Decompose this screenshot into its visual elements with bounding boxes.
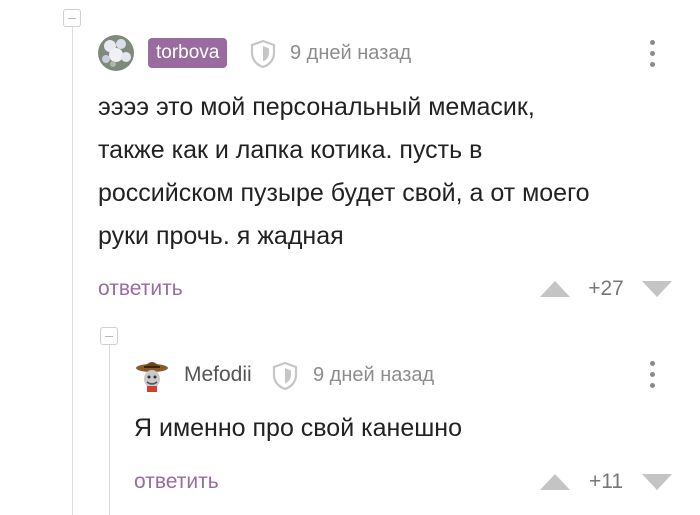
collapse-reply-thread-icon[interactable] <box>100 327 118 345</box>
kebab-menu-icon[interactable] <box>640 358 664 392</box>
comment-text-line: ээээ это мой персональный мемасик, <box>98 93 535 121</box>
avatar-cowboy-image <box>134 357 170 393</box>
upvote-arrow-icon[interactable] <box>538 472 572 492</box>
comment-text-line: также как и лапка котика. пусть в <box>98 136 483 164</box>
avatar[interactable] <box>98 35 134 71</box>
thread-line-level-1 <box>72 27 73 515</box>
shield-icon <box>250 39 276 69</box>
avatar[interactable] <box>134 357 170 393</box>
comment-text: ээээ это мой персональный мемасик, также… <box>98 86 590 258</box>
shield-icon <box>272 361 298 391</box>
username-badge[interactable]: torbova <box>148 38 228 68</box>
comment-text-line: руки прочь. я жадная <box>98 222 344 250</box>
rating-counter: +27 <box>588 277 624 300</box>
reply-button[interactable]: ответить <box>134 468 219 496</box>
avatar-flowers-image <box>98 35 134 71</box>
comment-timestamp: 9 дней назад <box>313 364 435 386</box>
downvote-arrow-icon[interactable] <box>640 472 674 492</box>
comment-timestamp: 9 дней назад <box>290 42 412 64</box>
thread-line-level-2 <box>109 345 110 515</box>
kebab-menu-icon[interactable] <box>640 37 664 71</box>
collapse-thread-icon[interactable] <box>63 9 81 27</box>
upvote-arrow-icon[interactable] <box>538 279 572 299</box>
downvote-arrow-icon[interactable] <box>640 279 674 299</box>
comment-text: Я именно про свой канешно <box>134 414 462 442</box>
comment-text-line: российском пузыре будет свой, а от моего <box>98 179 590 207</box>
username[interactable]: Mefodii <box>184 360 252 390</box>
rating-counter: +11 <box>588 470 624 493</box>
reply-button[interactable]: ответить <box>98 275 183 303</box>
